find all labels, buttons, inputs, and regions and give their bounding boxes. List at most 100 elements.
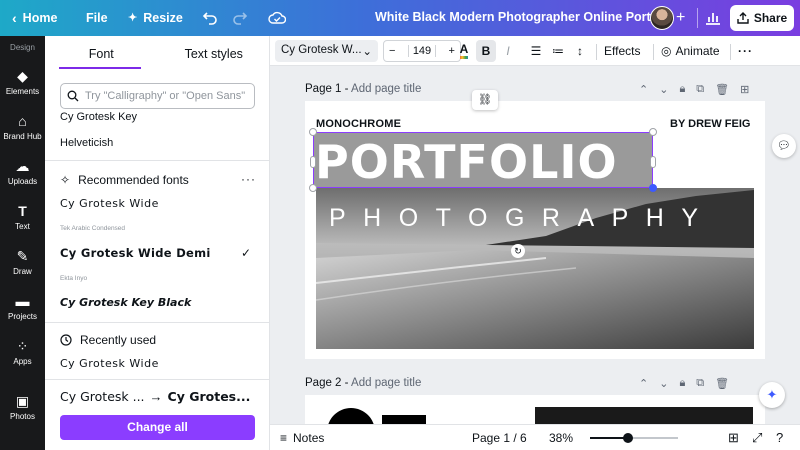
page-1-header: Page 1 - Add page title — [305, 83, 421, 95]
tab-text-styles[interactable]: Text styles — [158, 36, 271, 70]
elements-icon: ◆ — [17, 68, 28, 84]
font-search-input[interactable] — [85, 90, 250, 102]
rail-projects-label: Projects — [8, 312, 37, 321]
font-option-helveticish[interactable]: Helveticish — [60, 137, 113, 149]
rail-draw-label: Draw — [13, 267, 32, 276]
grid-view-icon[interactable]: ⊞ — [728, 430, 739, 446]
rail-design-label: Design — [10, 43, 35, 52]
insights-icon[interactable] — [704, 8, 722, 26]
clock-icon — [60, 334, 72, 346]
page-2-image — [535, 407, 753, 424]
notes-button[interactable]: ≡ Notes — [280, 431, 324, 445]
font-option-cy-grotesk-wide[interactable]: Cy Grotesk Wide — [60, 197, 159, 210]
rail-item-text[interactable]: T Text — [0, 203, 45, 231]
rail-item-brand-hub[interactable]: ⌂ Brand Hub — [0, 113, 45, 141]
resize-handle[interactable] — [650, 156, 656, 168]
link-icon[interactable]: ⛓︎ — [472, 90, 498, 110]
undo-button[interactable] — [196, 4, 224, 32]
chevron-down-icon[interactable]: ⌄ — [659, 377, 668, 390]
chevron-up-icon[interactable]: ⌃ — [639, 377, 648, 390]
design-page-2[interactable] — [305, 395, 765, 424]
italic-icon: I — [506, 44, 510, 58]
fullscreen-icon[interactable]: ⤢ — [752, 430, 762, 446]
add-page-icon[interactable]: ⊞ — [740, 83, 749, 96]
resize-handle[interactable] — [309, 128, 317, 136]
decrease-size-button[interactable]: − — [389, 45, 395, 57]
trash-icon[interactable]: 🗑︎ — [715, 83, 729, 96]
magic-assistant-icon[interactable]: ✦ — [759, 382, 785, 408]
chevron-down-icon[interactable]: ⌄ — [659, 83, 668, 96]
byline-text[interactable]: BY DREW FEIG — [670, 118, 750, 130]
page-indicator[interactable]: Page 1 / 6 — [472, 431, 527, 445]
zoom-value[interactable]: 38% — [549, 431, 573, 445]
share-button[interactable]: Share — [730, 5, 794, 31]
rail-item-design[interactable]: Design — [0, 43, 45, 52]
cloud-save-button[interactable] — [262, 4, 292, 32]
rotate-icon[interactable]: ↻ — [511, 244, 525, 258]
rail-item-draw[interactable]: ✎ Draw — [0, 248, 45, 276]
resize-handle[interactable] — [649, 128, 657, 136]
font-size-stepper[interactable]: − 149 + — [383, 40, 461, 62]
font-size-value[interactable]: 149 — [407, 45, 437, 57]
monochrome-text[interactable]: MONOCHROME — [316, 118, 401, 130]
list-button[interactable]: ≔ — [550, 40, 566, 62]
increase-size-button[interactable]: + — [449, 45, 455, 57]
rail-item-projects[interactable]: ▬ Projects — [0, 293, 45, 321]
brand-hub-icon: ⌂ — [18, 113, 27, 129]
rail-brand-label: Brand Hub — [3, 132, 42, 141]
font-option-cy-grotesk-key[interactable]: Cy Grotesk Key — [60, 111, 137, 123]
zoom-slider-thumb[interactable] — [622, 433, 633, 443]
rail-apps-label: Apps — [13, 357, 32, 366]
more-options-icon[interactable]: ··· — [241, 172, 256, 186]
design-page-1[interactable]: MONOCHROME BY DREW FEIG PORTFOLIO PHOTOG… — [305, 101, 765, 359]
font-family-value: Cy Grotesk W... — [281, 44, 362, 56]
lock-icon[interactable]: 🔒︎ — [679, 377, 685, 390]
text-color-button[interactable]: A — [456, 40, 472, 62]
font-caption: Tek Arabic Condensed — [60, 225, 126, 232]
draw-icon: ✎ — [16, 248, 29, 264]
rail-item-uploads[interactable]: ☁ Uploads — [0, 158, 45, 186]
portfolio-heading[interactable]: PORTFOLIO — [315, 134, 653, 190]
duplicate-icon[interactable]: ⧉ — [696, 377, 704, 390]
animate-button[interactable]: ◎ Animate — [661, 40, 720, 62]
trash-icon[interactable]: 🗑︎ — [715, 377, 729, 390]
rail-item-elements[interactable]: ◆ Elements — [0, 68, 45, 96]
comment-icon[interactable]: 💬︎ — [772, 134, 796, 158]
resize-handle[interactable] — [309, 184, 317, 192]
change-all-button[interactable]: Change all — [60, 415, 255, 440]
zoom-slider-track — [627, 437, 678, 439]
rail-item-photos[interactable]: ▣ Photos — [0, 393, 45, 421]
document-title[interactable]: White Black Modern Photographer Online P… — [375, 10, 665, 24]
rail-item-apps[interactable]: ⁘ Apps — [0, 338, 45, 366]
italic-button[interactable]: I — [500, 40, 516, 62]
font-option-recent[interactable]: Cy Grotesk Wide — [60, 357, 159, 370]
home-button[interactable]: ‹ Home — [6, 4, 63, 32]
resize-handle[interactable] — [649, 184, 657, 192]
page-1-title-input[interactable]: Add page title — [351, 83, 421, 95]
font-search[interactable] — [60, 83, 255, 109]
effects-button[interactable]: Effects — [604, 40, 640, 62]
photography-text[interactable]: PHOTOGRAPHY — [329, 204, 716, 233]
add-collaborator-icon[interactable]: + — [676, 9, 685, 27]
page-2-title-input[interactable]: Add page title — [351, 377, 421, 389]
tab-font[interactable]: Font — [45, 36, 158, 70]
redo-button[interactable] — [226, 4, 254, 32]
resize-button[interactable]: ✦ Resize — [122, 4, 189, 32]
help-icon[interactable]: ? — [776, 430, 783, 445]
resize-handle[interactable] — [310, 156, 316, 168]
font-family-dropdown[interactable]: Cy Grotesk W... ⌄ — [275, 40, 378, 62]
font-change-compare: Cy Grotesk ... → Cy Grotes... — [60, 389, 260, 404]
font-option-cy-grotesk-wide-demi[interactable]: Cy Grotesk Wide Demi — [60, 246, 211, 260]
more-button[interactable]: ··· — [738, 40, 753, 62]
lock-icon[interactable]: 🔒︎ — [679, 83, 685, 96]
bold-button[interactable]: B — [476, 40, 496, 62]
chevron-up-icon[interactable]: ⌃ — [639, 83, 648, 96]
avatar[interactable] — [650, 6, 674, 30]
duplicate-icon[interactable]: ⧉ — [696, 83, 704, 96]
font-option-cy-grotesk-key-black[interactable]: Cy Grotesk Key Black — [60, 296, 191, 309]
spacing-button[interactable]: ↕ — [572, 40, 588, 62]
file-menu-button[interactable]: File — [80, 4, 114, 32]
align-button[interactable]: ☰ — [528, 40, 544, 62]
arrow-right-icon: → — [149, 389, 163, 404]
divider — [653, 44, 654, 60]
